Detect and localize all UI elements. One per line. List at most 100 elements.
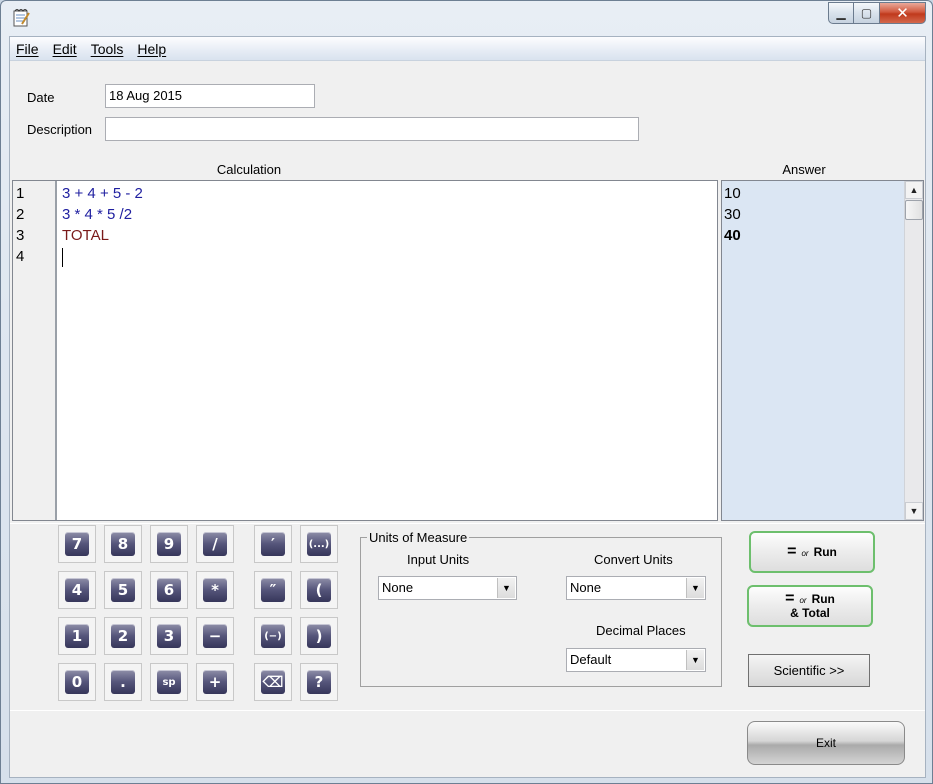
run-label: Run [813, 545, 837, 559]
client-area: File Edit Tools Help Date 18 Aug 2015 De… [9, 36, 926, 778]
key-help-button[interactable]: ? [300, 663, 338, 701]
key-group-button[interactable]: (...) [300, 525, 338, 563]
key-7-button[interactable]: 7 [58, 525, 96, 563]
key-multiply-label: * [203, 578, 227, 602]
answer-scrollbar[interactable]: ▲ ▼ [904, 181, 923, 520]
key-multiply-button[interactable]: * [196, 571, 234, 609]
scroll-thumb[interactable] [905, 200, 923, 220]
key-4-label: 4 [65, 578, 89, 602]
line-number: 3 [16, 227, 25, 244]
key-divide-label: / [203, 532, 227, 556]
scroll-up-button[interactable]: ▲ [905, 181, 923, 199]
key-feet-button[interactable]: ′ [254, 525, 292, 563]
decimal-places-select[interactable]: Default ▼ [566, 648, 706, 672]
key-8-button[interactable]: 8 [104, 525, 142, 563]
minimize-button[interactable]: ▁ [828, 2, 854, 24]
calculation-editor[interactable]: 1 2 3 4 3 + 4 + 5 - 2 3 * 4 * 5 /2 TOTAL [12, 180, 718, 521]
key-negate-button[interactable]: (−) [254, 617, 292, 655]
decimal-places-value: Default [570, 652, 612, 667]
date-label: Date [27, 90, 55, 105]
menu-file[interactable]: File [16, 41, 39, 57]
title-bar[interactable]: ▁ ▢ ✕ [1, 1, 932, 35]
line-number: 4 [16, 248, 25, 265]
chevron-down-icon: ▼ [497, 578, 515, 598]
key-space-button[interactable]: sp [150, 663, 188, 701]
run-total-button[interactable]: = or Run & Total [747, 585, 873, 627]
key-3-label: 3 [157, 624, 181, 648]
key-help-label: ? [307, 670, 331, 694]
key-close-paren-button[interactable]: ) [300, 617, 338, 655]
scientific-button[interactable]: Scientific >> [748, 654, 870, 687]
calculation-line: 3 + 4 + 5 - 2 [62, 185, 143, 202]
chevron-down-icon: ▼ [686, 578, 704, 598]
exit-button[interactable]: Exit [747, 721, 905, 765]
units-of-measure-legend: Units of Measure [367, 530, 470, 545]
run-or-label: or [799, 596, 807, 605]
key-inches-button[interactable]: ″ [254, 571, 292, 609]
equals-icon: = [785, 590, 795, 607]
arrow-down-icon: ▼ [909, 506, 919, 516]
line-number: 2 [16, 206, 25, 223]
key-negate-label: (−) [261, 624, 285, 648]
notepad-icon [13, 9, 30, 27]
key-9-button[interactable]: 9 [150, 525, 188, 563]
calculation-header: Calculation [216, 162, 282, 177]
and-total-label: & Total [790, 606, 830, 620]
input-units-select[interactable]: None ▼ [378, 576, 517, 600]
key-4-button[interactable]: 4 [58, 571, 96, 609]
key-space-label: sp [157, 670, 181, 694]
key-add-button[interactable]: + [196, 663, 234, 701]
key-6-button[interactable]: 6 [150, 571, 188, 609]
key-subtract-label: − [203, 624, 227, 648]
key-backspace-label: ⌫ [261, 670, 285, 694]
key-7-label: 7 [65, 532, 89, 556]
key-inches-label: ″ [261, 578, 285, 602]
equals-icon: = [787, 543, 797, 560]
maximize-icon: ▢ [860, 6, 873, 20]
answer-header: Answer [782, 162, 826, 177]
key-1-button[interactable]: 1 [58, 617, 96, 655]
key-close-paren-label: ) [307, 624, 331, 648]
key-3-button[interactable]: 3 [150, 617, 188, 655]
text-caret [62, 248, 63, 267]
key-feet-label: ′ [261, 532, 285, 556]
maximize-button[interactable]: ▢ [854, 2, 880, 24]
close-button[interactable]: ✕ [880, 2, 926, 24]
run-or-label: or [801, 549, 809, 558]
key-2-button[interactable]: 2 [104, 617, 142, 655]
key-0-label: 0 [65, 670, 89, 694]
scroll-down-button[interactable]: ▼ [905, 502, 923, 520]
minimize-icon: ▁ [836, 6, 846, 20]
menu-edit[interactable]: Edit [53, 41, 77, 57]
menu-tools[interactable]: Tools [91, 41, 124, 57]
menu-help[interactable]: Help [137, 41, 166, 57]
date-field[interactable]: 18 Aug 2015 [105, 84, 315, 108]
answer-line: 40 [724, 227, 741, 244]
line-number-gutter: 1 2 3 4 [13, 181, 57, 520]
convert-units-select[interactable]: None ▼ [566, 576, 706, 600]
description-field[interactable] [105, 117, 639, 141]
answer-line: 10 [724, 185, 741, 202]
arrow-up-icon: ▲ [909, 185, 919, 195]
convert-units-label: Convert Units [594, 552, 673, 567]
key-group-label: (...) [307, 532, 331, 556]
run-button[interactable]: = or Run [749, 531, 875, 573]
key-decimal-label: . [111, 670, 135, 694]
key-open-paren-button[interactable]: ( [300, 571, 338, 609]
decimal-places-label: Decimal Places [596, 623, 686, 638]
key-5-label: 5 [111, 578, 135, 602]
key-9-label: 9 [157, 532, 181, 556]
key-add-label: + [203, 670, 227, 694]
key-0-button[interactable]: 0 [58, 663, 96, 701]
key-6-label: 6 [157, 578, 181, 602]
key-5-button[interactable]: 5 [104, 571, 142, 609]
close-icon: ✕ [896, 5, 909, 22]
key-decimal-button[interactable]: . [104, 663, 142, 701]
run-label: Run [811, 592, 835, 606]
key-backspace-button[interactable]: ⌫ [254, 663, 292, 701]
key-divide-button[interactable]: / [196, 525, 234, 563]
key-subtract-button[interactable]: − [196, 617, 234, 655]
answer-panel: 10 30 40 ▲ ▼ [721, 180, 924, 521]
answer-line: 30 [724, 206, 741, 223]
app-window: ▁ ▢ ✕ File Edit Tools Help Date 18 Aug 2… [0, 0, 933, 784]
